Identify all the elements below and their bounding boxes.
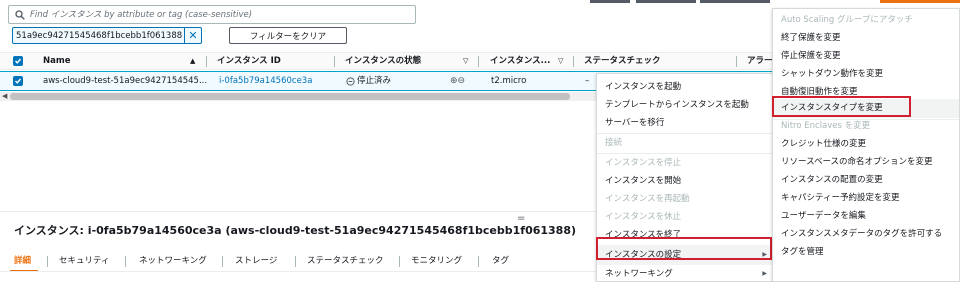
details-title-name: (aws-cloud9-test-51a9ec94271545468f1bceb… (225, 224, 577, 237)
filter-icon[interactable]: ▽ (463, 53, 468, 69)
menu-item-change-stop-protection[interactable]: 停止保護を変更 (773, 47, 959, 65)
tab-monitoring[interactable]: モニタリング (411, 252, 462, 270)
menu-item-change-resource-naming[interactable]: リソースベースの命名オプションを変更 (773, 153, 959, 171)
menu-item-migrate-server[interactable]: サーバーを移行 (597, 114, 773, 132)
row-status: – (585, 76, 590, 86)
highlight-instance-settings (596, 237, 772, 260)
menu-item-connect: 接続 (605, 138, 623, 148)
menu-item-edit-user-data[interactable]: ユーザーデータを編集 (773, 207, 959, 225)
toolbar-button[interactable] (636, 0, 696, 3)
column-header-state[interactable]: インスタンスの状態 (345, 53, 421, 69)
column-header-type[interactable]: インスタンス... (490, 53, 550, 69)
column-header-name[interactable]: Name (43, 53, 70, 69)
details-title: インスタンス: i-0fa5b79a14560ce3a (aws-cloud9-… (14, 222, 576, 238)
column-header-status[interactable]: ステータスチェック (584, 53, 661, 69)
menu-item-networking[interactable]: ネットワーキング ▶ (597, 265, 773, 282)
scroll-left-icon[interactable]: ◀ (2, 92, 7, 101)
details-title-id: i-0fa5b79a14560ce3a (87, 224, 222, 237)
menu-item-reboot-instance: インスタンスを再起動 (605, 194, 690, 204)
menu-item-start-instance[interactable]: インスタンスを開始 (597, 172, 773, 190)
filter-chip: 51a9ec94271545468f1bcebb1f061388 ✕ (12, 27, 202, 44)
search-box[interactable] (8, 5, 416, 24)
sort-up-icon[interactable]: ▲ (190, 53, 195, 69)
filter-icon[interactable]: ▽ (558, 53, 563, 69)
menu-item-hibernate-instance: インスタンスを休止 (605, 212, 682, 222)
close-icon[interactable]: ✕ (184, 28, 201, 43)
menu-item-launch-instance[interactable]: インスタンスを起動 (597, 78, 773, 96)
scrollbar-thumb[interactable] (10, 93, 570, 100)
toolbar-button[interactable] (590, 0, 630, 3)
menu-item-change-nitro-enclaves: Nitro Enclaves を変更 (781, 121, 871, 131)
row-state-text: 停止済み (357, 76, 392, 86)
menu-item-change-placement[interactable]: インスタンスの配置の変更 (773, 171, 959, 189)
menu-item-change-termination-protection[interactable]: 終了保護を変更 (773, 29, 959, 47)
stopped-circle-icon (346, 76, 355, 86)
zoom-icon[interactable]: ⊕⊖ (450, 72, 465, 90)
checkbox-checked-icon[interactable] (13, 76, 23, 86)
menu-item-change-shutdown-behavior[interactable]: シャットダウン動作を変更 (773, 65, 959, 83)
search-icon (15, 9, 25, 20)
tab-storage[interactable]: ストレージ (235, 252, 277, 270)
menu-item-attach-auto-scaling: Auto Scaling グループにアタッチ (781, 15, 913, 25)
caret-right-icon: ▶ (762, 270, 767, 277)
instance-settings-submenu: Auto Scaling グループにアタッチ 終了保護を変更 停止保護を変更 シ… (772, 8, 960, 282)
horizontal-scrollbar[interactable]: ◀ (0, 92, 600, 101)
tab-tags[interactable]: タグ (492, 252, 509, 270)
launch-button[interactable] (880, 0, 960, 3)
column-header-instance-id[interactable]: インスタンス ID (217, 53, 281, 69)
filter-chip-value: 51a9ec94271545468f1bcebb1f061388 (16, 30, 183, 41)
details-tabs: 詳細 セキュリティ ネットワーキング ストレージ ステータスチェック モニタリン… (0, 252, 600, 272)
tab-security[interactable]: セキュリティ (59, 252, 110, 270)
menu-item-networking-label: ネットワーキング (605, 269, 673, 279)
menu-item-change-capacity-reservation[interactable]: キャパシティー予約設定を変更 (773, 189, 959, 207)
tab-status-checks[interactable]: ステータスチェック (307, 252, 384, 270)
details-title-prefix: インスタンス: (14, 224, 88, 237)
search-input[interactable] (30, 9, 410, 20)
row-name: aws-cloud9-test-51a9ec9427154545... (43, 76, 208, 86)
tab-networking[interactable]: ネットワーキング (139, 252, 207, 270)
highlight-change-instance-type (772, 96, 911, 117)
tab-details[interactable]: 詳細 (14, 252, 31, 270)
row-instance-id[interactable]: i-0fa5b79a14560ce3a (219, 72, 312, 90)
menu-item-launch-from-template[interactable]: テンプレートからインスタンスを起動 (597, 96, 773, 114)
toolbar-button[interactable] (700, 0, 770, 3)
column-header-alarm[interactable]: アラー (747, 53, 773, 69)
clear-filters-button[interactable]: フィルターをクリア (229, 27, 347, 44)
menu-item-stop-instance: インスタンスを停止 (605, 158, 682, 168)
row-type: t2.micro (491, 76, 527, 86)
menu-item-change-credit-spec[interactable]: クレジット仕様の変更 (773, 135, 959, 153)
row-state: 停止済み (346, 72, 391, 90)
checkbox-checked-icon[interactable] (13, 56, 23, 66)
menu-item-manage-tags[interactable]: タグを管理 (773, 243, 959, 261)
menu-item-allow-metadata-tags[interactable]: インスタンスメタデータのタグを許可する (773, 225, 959, 243)
